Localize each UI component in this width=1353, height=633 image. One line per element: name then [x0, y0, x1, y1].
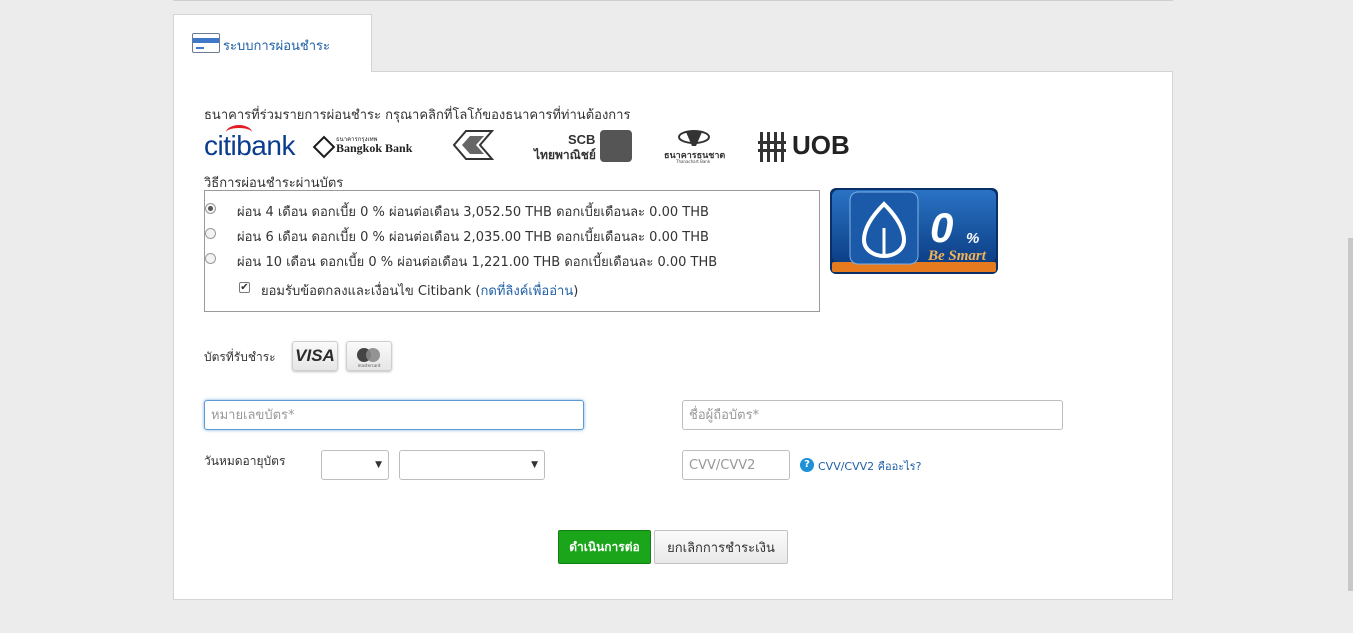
help-icon[interactable]: ?	[800, 458, 814, 472]
installment-option-6-months[interactable]: ผ่อน 6 เดือน ดอกเบี้ย 0 % ผ่อนต่อเดือน 2…	[205, 226, 709, 247]
radio-button[interactable]	[205, 253, 216, 264]
installment-options-box: ผ่อน 4 เดือน ดอกเบี้ย 0 % ผ่อนต่อเดือน 3…	[204, 190, 820, 312]
payment-panel: ธนาคารที่ร่วมรายการผ่อนชำระ กรุณาคลิกที่…	[173, 71, 1173, 600]
cancel-payment-button[interactable]: ยกเลิกการชำระเงิน	[654, 530, 788, 564]
expiry-month-select[interactable]: ▼	[321, 450, 389, 480]
cardholder-name-input[interactable]	[682, 400, 1063, 430]
radio-button[interactable]	[205, 203, 216, 214]
bbl-zero-percent-promo-banner: 0 % Be Smart	[830, 188, 998, 274]
chevron-down-icon: ▼	[375, 460, 382, 470]
mastercard-badge: mastercard	[346, 341, 392, 371]
thanachart-bank-logo[interactable]: ธนาคารธนชาต Thanachart Bank	[664, 128, 725, 164]
installment-option-10-months[interactable]: ผ่อน 10 เดือน ดอกเบี้ย 0 % ผ่อนต่อเดือน …	[205, 251, 717, 272]
svg-text:%: %	[966, 230, 979, 247]
visa-card-badge: VISA	[292, 341, 338, 371]
svg-text:Be Smart: Be Smart	[927, 248, 987, 264]
terms-agreement: ✔ ยอมรับข้อตกลงและเงื่อนไข Citibank (กดท…	[239, 282, 579, 299]
radio-button[interactable]	[205, 228, 216, 239]
top-divider	[173, 0, 1173, 1]
svg-text:0: 0	[930, 204, 953, 251]
bank-instruction: ธนาคารที่ร่วมรายการผ่อนชำระ กรุณาคลิกที่…	[204, 108, 631, 123]
installment-option-4-months[interactable]: ผ่อน 4 เดือน ดอกเบี้ย 0 % ผ่อนต่อเดือน 3…	[205, 201, 709, 222]
cvv-input[interactable]	[682, 450, 790, 480]
credit-card-icon	[192, 33, 220, 53]
chevron-down-icon: ▼	[531, 460, 538, 470]
continue-button[interactable]: ดำเนินการต่อ	[558, 530, 651, 564]
tab-installment[interactable]: ระบบการผ่อนชำระ	[173, 14, 372, 72]
tab-installment-label: ระบบการผ่อนชำระ	[223, 39, 331, 54]
card-number-input[interactable]	[204, 400, 584, 430]
cvv-help-link[interactable]: CVV/CVV2 คืออะไร?	[818, 457, 921, 475]
terms-link[interactable]: กดที่ลิงค์เพื่ออ่าน	[481, 284, 574, 299]
expiry-date-label: วันหมดอายุบัตร	[204, 454, 286, 468]
page-scrollbar[interactable]	[1348, 238, 1353, 591]
expiry-year-select[interactable]: ▼	[399, 450, 545, 480]
citibank-logo[interactable]: citibank	[204, 125, 295, 162]
terms-checkbox[interactable]: ✔	[239, 282, 250, 293]
krungthai-bank-logo[interactable]	[450, 129, 496, 161]
accepted-cards-label: บัตรที่รับชำระ	[204, 350, 276, 364]
